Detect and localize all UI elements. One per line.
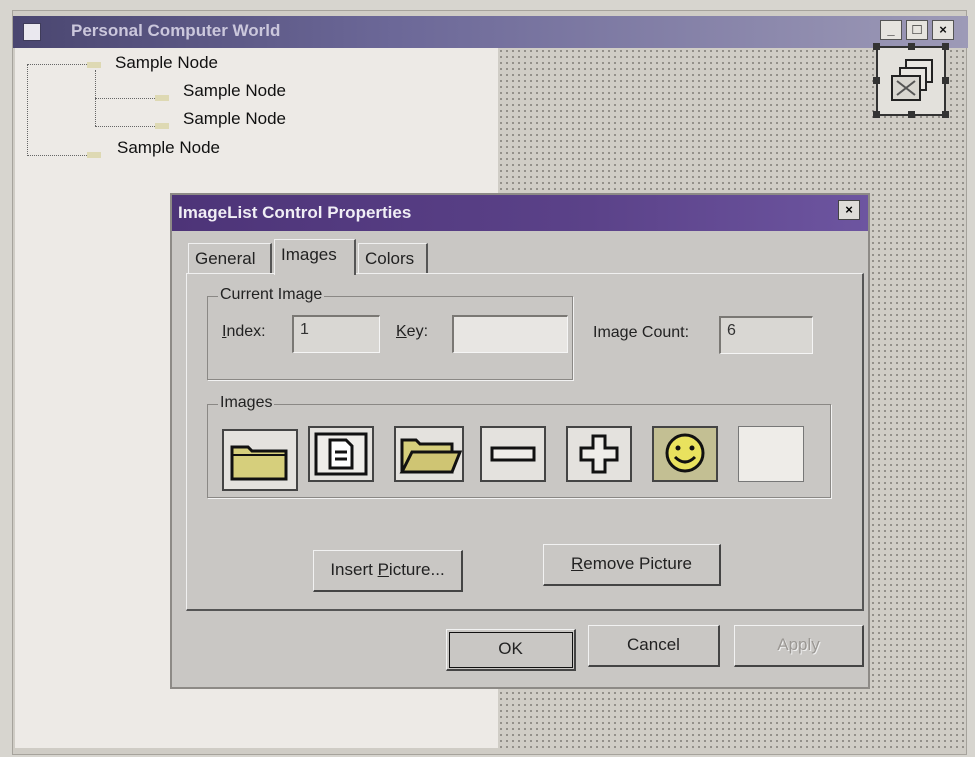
selection-handle[interactable]	[908, 111, 915, 118]
index-label: Index:	[222, 323, 266, 340]
node-folder-icon	[155, 95, 169, 101]
images-group: Images	[207, 394, 831, 498]
selection-handle[interactable]	[942, 77, 949, 84]
image-slot-folder[interactable]	[222, 429, 298, 491]
ok-button[interactable]: OK	[446, 629, 576, 671]
imagelist-control-icon[interactable]	[876, 46, 946, 116]
dialog-title: ImageList Control Properties	[178, 203, 412, 222]
cancel-button[interactable]: Cancel	[588, 625, 720, 667]
dialog-titlebar[interactable]: ImageList Control Properties ×	[172, 195, 868, 231]
selection-handle[interactable]	[942, 111, 949, 118]
tree-node[interactable]: Sample Node	[115, 53, 218, 73]
folder-closed-icon	[230, 445, 288, 481]
image-slot-empty[interactable]	[738, 426, 804, 482]
image-slot-open-folder[interactable]	[394, 426, 464, 482]
imagelist-properties-dialog: ImageList Control Properties × General I…	[170, 193, 870, 689]
tree-node[interactable]: Sample Node	[117, 138, 220, 158]
node-folder-icon	[87, 152, 101, 158]
maximize-button[interactable]: □	[906, 20, 928, 40]
index-field[interactable]: 1	[292, 315, 380, 353]
remove-picture-button[interactable]: Remove Picture	[543, 544, 721, 586]
close-button[interactable]: ×	[932, 20, 954, 40]
smiley-icon	[665, 433, 705, 473]
imagelist-icon	[891, 59, 933, 101]
tab-images[interactable]: Images	[274, 239, 356, 275]
dialog-close-button[interactable]: ×	[838, 200, 860, 220]
tree-connector	[95, 126, 155, 127]
apply-button[interactable]: Apply	[734, 625, 864, 667]
selection-handle[interactable]	[873, 111, 880, 118]
insert-picture-button[interactable]: Insert Picture...	[313, 550, 463, 592]
current-image-group: Current Image Index: 1 Key:	[207, 286, 573, 380]
key-label: Key:	[396, 323, 429, 340]
node-folder-icon	[87, 62, 101, 68]
selection-handle[interactable]	[908, 43, 915, 50]
plus-icon	[579, 434, 619, 474]
window-title: Personal Computer World	[71, 21, 281, 40]
image-slot-plus[interactable]	[566, 426, 632, 482]
tab-colors[interactable]: Colors	[358, 243, 428, 273]
tab-panel-images: Current Image Index: 1 Key: Image Count:…	[186, 273, 864, 611]
image-slot-document[interactable]	[308, 426, 374, 482]
image-count-field: 6	[719, 316, 813, 354]
tree-node[interactable]: Sample Node	[183, 81, 286, 101]
minus-icon	[490, 446, 536, 462]
selection-handle[interactable]	[942, 43, 949, 50]
group-label: Images	[218, 394, 275, 412]
selection-handle[interactable]	[873, 43, 880, 50]
tree-node[interactable]: Sample Node	[183, 109, 286, 129]
image-slot-minus[interactable]	[480, 426, 546, 482]
tree-connector	[27, 64, 87, 65]
minimize-button[interactable]: _	[880, 20, 902, 40]
node-folder-icon	[155, 123, 169, 129]
group-label: Current Image	[218, 286, 325, 304]
selection-handle[interactable]	[873, 77, 880, 84]
tree-connector	[27, 64, 28, 156]
tree-connector	[27, 155, 87, 156]
image-slot-smiley[interactable]	[652, 426, 718, 482]
tree-connector	[95, 98, 155, 99]
folder-open-icon	[399, 438, 463, 474]
window-titlebar[interactable]: Personal Computer World _ □ ×	[13, 16, 968, 48]
image-count-label: Image Count:	[593, 324, 690, 341]
document-icon	[314, 432, 368, 476]
key-field[interactable]	[452, 315, 568, 353]
app-icon	[23, 23, 41, 41]
tab-general[interactable]: General	[188, 243, 272, 273]
